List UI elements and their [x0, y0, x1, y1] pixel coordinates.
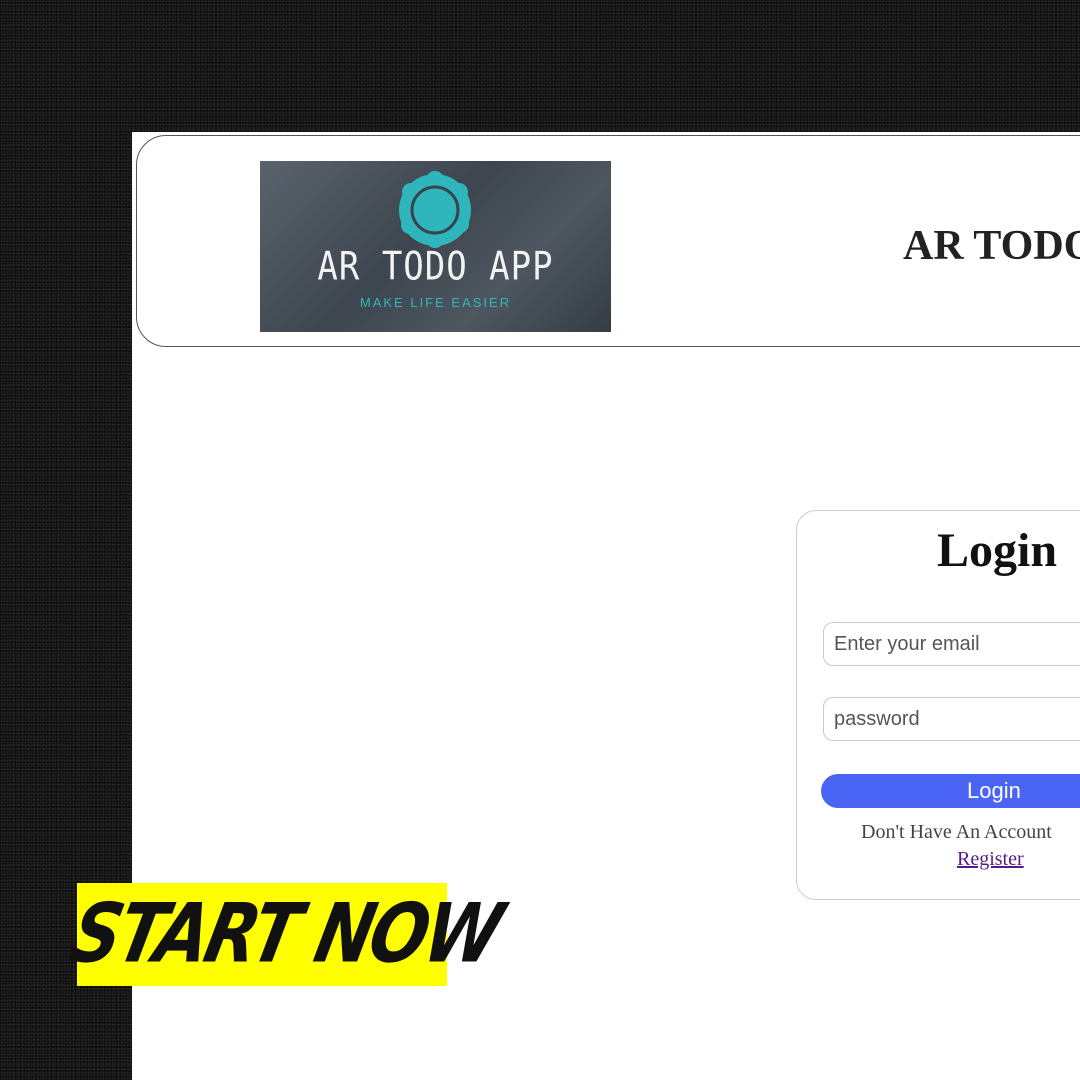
- logo-tagline: MAKE LIFE EASIER: [359, 295, 512, 310]
- app-title: AR TODO: [903, 223, 1080, 269]
- start-now-label: START NOW: [62, 887, 508, 982]
- logo-title: AR TODO APP: [317, 244, 554, 290]
- register-prompt: Don't Have An Account: [861, 821, 1052, 843]
- login-heading: Login: [936, 524, 1058, 577]
- login-card: Login Login Don't Have An Account Regist…: [796, 510, 1080, 900]
- start-now-banner[interactable]: START NOW: [63, 883, 508, 986]
- register-link[interactable]: Register: [957, 848, 1024, 871]
- header-bar: AR TODO APP MAKE LIFE EASIER AR TODO: [136, 135, 1080, 347]
- badge-icon: [399, 171, 471, 248]
- email-field[interactable]: [823, 622, 1080, 666]
- login-button[interactable]: Login: [821, 774, 1080, 808]
- password-field[interactable]: [823, 697, 1080, 741]
- app-logo[interactable]: AR TODO APP MAKE LIFE EASIER: [260, 161, 611, 332]
